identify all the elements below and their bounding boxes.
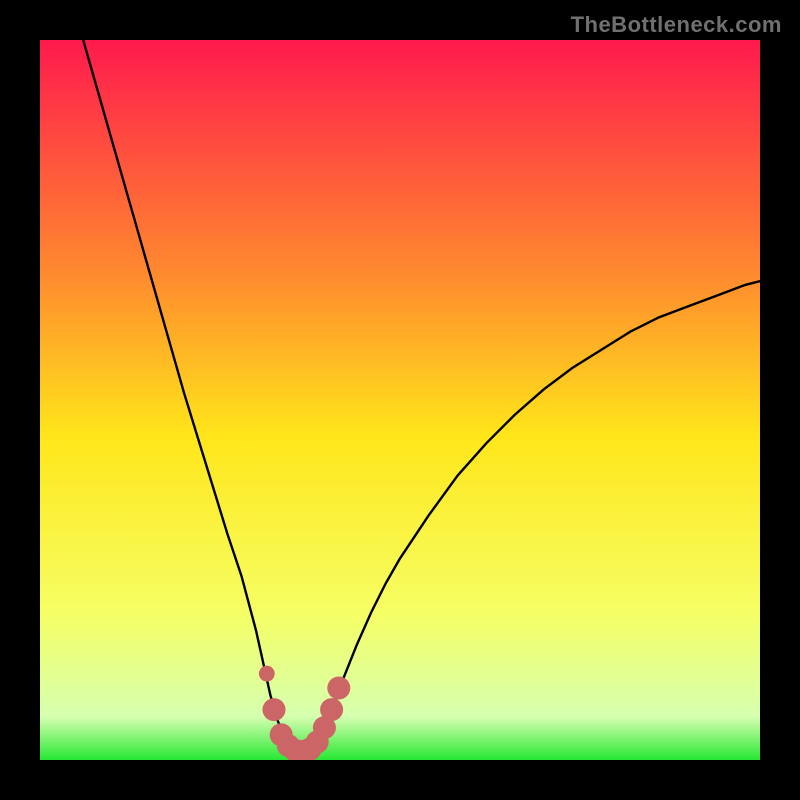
marker-dot [262, 698, 285, 721]
plot-area [40, 40, 760, 760]
watermark-text: TheBottleneck.com [571, 12, 782, 38]
marker-dot [320, 698, 343, 721]
gradient-background [40, 40, 760, 760]
outer-frame: TheBottleneck.com [0, 0, 800, 800]
marker-dot [327, 676, 350, 699]
marker-dot [259, 666, 275, 682]
bottleneck-chart [40, 40, 760, 760]
